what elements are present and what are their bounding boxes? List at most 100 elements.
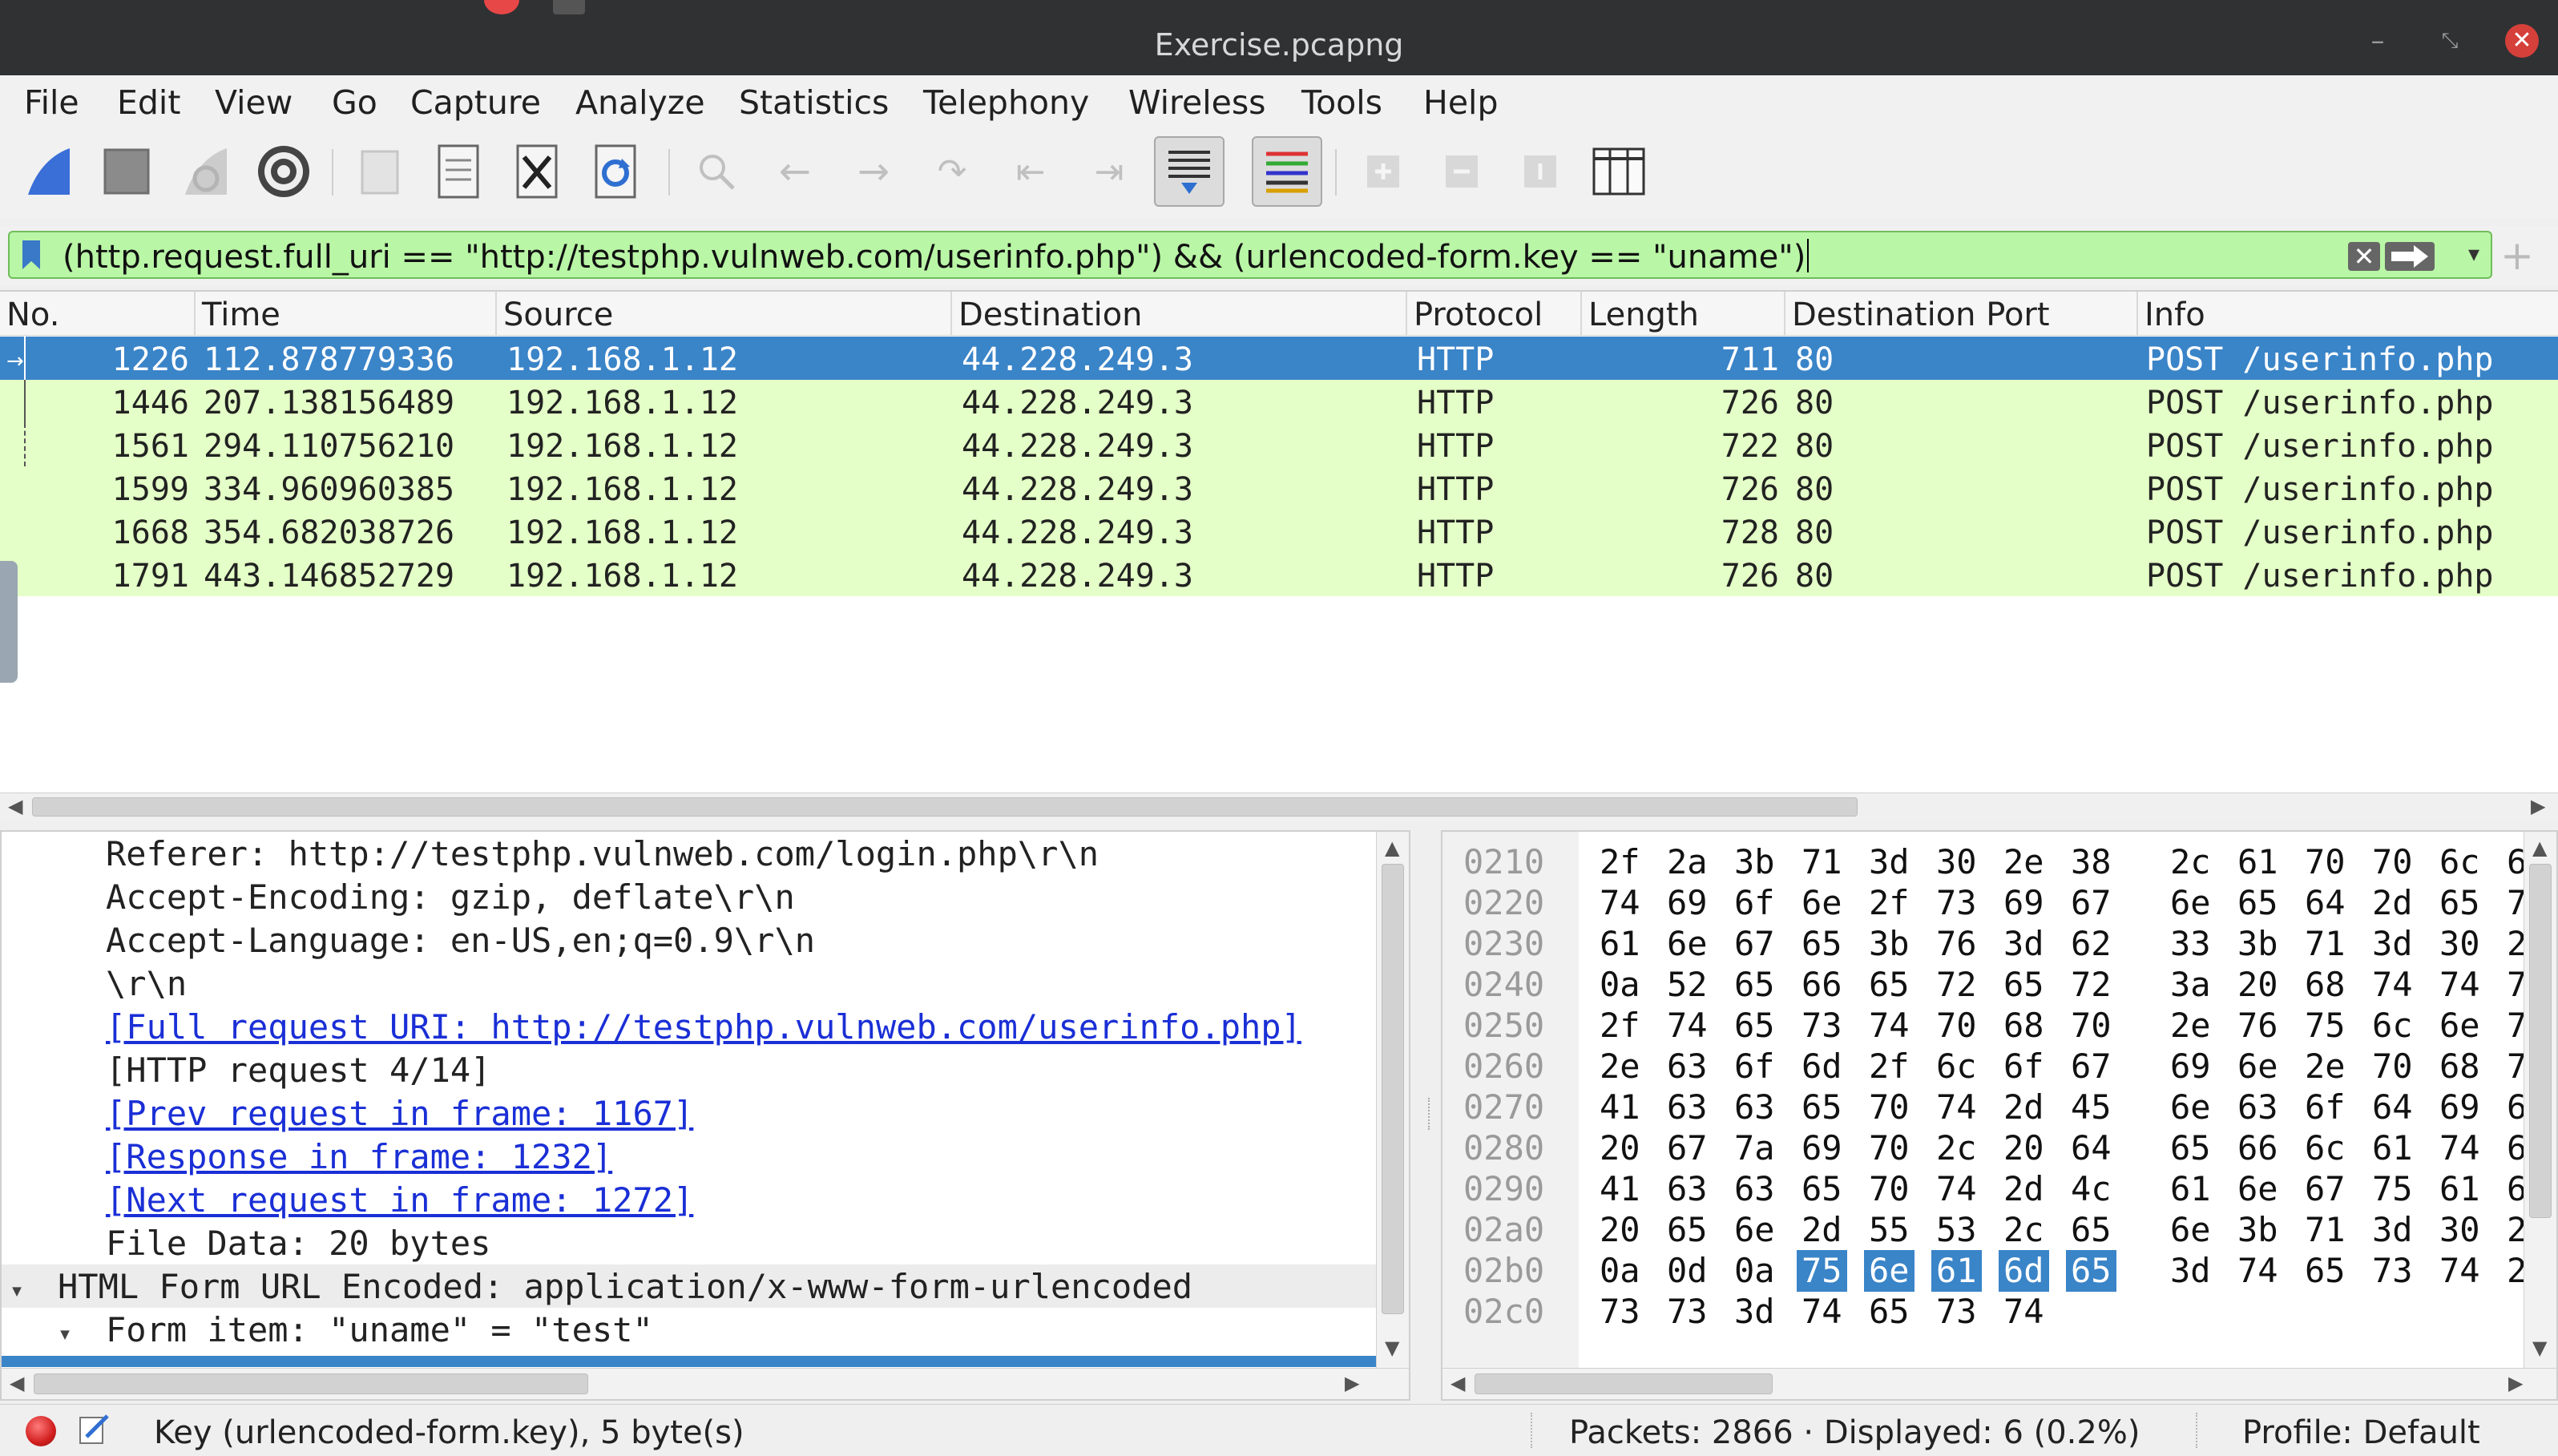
hex-byte[interactable]: 63	[1734, 1168, 1775, 1210]
scroll-down-icon[interactable]: ▼	[1385, 1337, 1399, 1359]
packet-row[interactable]: 1561 294.110756210 192.168.1.12 44.228.249.…	[0, 423, 2558, 466]
hex-byte[interactable]: 6f	[2003, 1046, 2044, 1087]
hex-byte[interactable]: 41	[1600, 1168, 1640, 1210]
hex-byte[interactable]: 65	[2305, 1250, 2346, 1292]
hex-byte[interactable]: 53	[1936, 1209, 1977, 1251]
hex-byte[interactable]: 2d	[1801, 1209, 1842, 1251]
hex-byte[interactable]: 6c	[2439, 841, 2480, 883]
zoom-out-icon[interactable]	[1428, 138, 1495, 205]
expand-triangle-icon[interactable]: ▾	[10, 1268, 58, 1313]
scroll-left-icon[interactable]: ◀	[10, 1372, 24, 1394]
hex-byte[interactable]: 66	[1801, 964, 1842, 1006]
hex-byte[interactable]: 3b	[2237, 1209, 2278, 1251]
hex-byte[interactable]: 74	[1667, 1005, 1708, 1047]
detail-link-line[interactable]: [Prev request in frame: 1167]	[106, 1091, 693, 1135]
hex-byte[interactable]: 6c	[1936, 1046, 1977, 1087]
hex-byte[interactable]: 3d	[2170, 1250, 2211, 1292]
column-header-info[interactable]: Info	[2138, 292, 2558, 335]
hex-byte[interactable]: 63	[1667, 1168, 1708, 1210]
hex-byte[interactable]: 6f	[1734, 882, 1775, 924]
hex-byte[interactable]: 6e	[2170, 1087, 2211, 1128]
expand-triangle-icon[interactable]: ▾	[58, 1312, 106, 1357]
zoom-in-icon[interactable]	[1350, 138, 1417, 205]
autoscroll-icon[interactable]	[1154, 136, 1225, 207]
hex-byte[interactable]: 6e	[1864, 1250, 1914, 1292]
hex-byte[interactable]: 3d	[1734, 1291, 1775, 1333]
column-header-no[interactable]: No.	[0, 292, 196, 335]
details-horizontal-scrollbar[interactable]: ◀ ▶	[2, 1368, 1409, 1399]
reload-file-icon[interactable]	[582, 138, 649, 205]
hex-byte[interactable]: 74	[1936, 1087, 1977, 1128]
hex-byte[interactable]: 65	[1667, 1209, 1708, 1251]
hex-byte[interactable]: 30	[2439, 1209, 2480, 1251]
hex-byte[interactable]: 0a	[1734, 1250, 1775, 1292]
hex-byte[interactable]: 73	[1936, 1291, 1977, 1333]
hex-byte[interactable]: 65	[1734, 964, 1775, 1006]
hex-byte[interactable]: 45	[2071, 1087, 2112, 1128]
scroll-left-icon[interactable]: ◀	[8, 795, 22, 817]
hex-byte[interactable]: 3a	[2170, 964, 2211, 1006]
hex-byte[interactable]: 75	[2305, 1005, 2346, 1047]
detail-line[interactable]: Referer: http://testphp.vulnweb.com/logi…	[106, 832, 1099, 875]
hex-byte[interactable]: 2f	[1869, 882, 1910, 924]
menu-statistics[interactable]: Statistics	[739, 83, 889, 122]
scrollbar-thumb[interactable]	[32, 797, 1858, 817]
hex-byte[interactable]: 69	[2003, 882, 2044, 924]
clear-filter-icon[interactable]: ✕	[2348, 242, 2380, 271]
column-header-source[interactable]: Source	[497, 292, 952, 335]
menu-go[interactable]: Go	[332, 83, 377, 122]
go-to-packet-icon[interactable]: ↷	[918, 138, 986, 205]
menu-file[interactable]: File	[24, 83, 79, 122]
detail-link-line[interactable]: [Next request in frame: 1272]	[106, 1178, 693, 1221]
save-file-icon[interactable]	[425, 138, 492, 205]
scrollbar-thumb[interactable]	[1382, 864, 1404, 1314]
hex-byte[interactable]: 2d	[2003, 1087, 2044, 1128]
hex-byte[interactable]: 55	[1869, 1209, 1910, 1251]
hex-byte[interactable]: 71	[2305, 1209, 2346, 1251]
hex-byte[interactable]: 0d	[1667, 1250, 1708, 1292]
hex-byte[interactable]: 3b	[1734, 841, 1775, 883]
hex-byte[interactable]: 3b	[1869, 923, 1910, 965]
hex-byte[interactable]: 61	[2372, 1127, 2413, 1169]
hex-byte[interactable]: 64	[2071, 1127, 2112, 1169]
hex-byte[interactable]: 20	[2003, 1127, 2044, 1169]
hex-byte[interactable]: 2e	[2003, 841, 2044, 883]
hex-byte[interactable]: 67	[1667, 1127, 1708, 1169]
hex-byte[interactable]: 69	[2170, 1046, 2211, 1087]
menu-analyze[interactable]: Analyze	[575, 83, 705, 122]
hex-byte[interactable]: 63	[1667, 1087, 1708, 1128]
scrollbar-thumb[interactable]	[2529, 864, 2552, 1218]
normal-size-icon[interactable]	[1507, 138, 1574, 205]
hex-byte[interactable]: 6d	[1801, 1046, 1842, 1087]
hex-byte[interactable]: 6d	[1999, 1250, 2049, 1292]
hex-byte[interactable]: 75	[2372, 1168, 2413, 1210]
resize-columns-icon[interactable]	[1585, 138, 1652, 205]
menu-wireless[interactable]: Wireless	[1128, 83, 1266, 122]
stop-capture-icon[interactable]	[93, 138, 160, 205]
hex-byte[interactable]: 20	[1600, 1209, 1640, 1251]
side-panel-handle[interactable]	[0, 561, 18, 683]
hex-byte[interactable]: 65	[2066, 1250, 2116, 1292]
hex-byte[interactable]: 2f	[1600, 841, 1640, 883]
detail-line[interactable]: ▾ HTML Form URL Encoded: application/x-ww…	[2, 1264, 1404, 1308]
hex-byte[interactable]: 74	[1869, 1005, 1910, 1047]
hex-byte[interactable]: 75	[1797, 1250, 1847, 1292]
colorize-icon[interactable]	[1252, 136, 1322, 207]
bookmark-icon[interactable]	[22, 240, 40, 269]
hex-byte[interactable]: 41	[1600, 1087, 1640, 1128]
hex-byte[interactable]: 76	[1936, 923, 1977, 965]
status-profile[interactable]: Profile: Default	[2242, 1414, 2480, 1451]
hex-byte[interactable]: 33	[2170, 923, 2211, 965]
detail-line[interactable]: Accept-Language: en-US,en;q=0.9\r\n	[106, 918, 815, 962]
capture-options-icon[interactable]	[250, 138, 317, 205]
pane-splitter[interactable]	[1428, 1098, 1434, 1130]
detail-link-line[interactable]: [Response in frame: 1232]	[106, 1135, 612, 1178]
minimize-icon[interactable]: –	[2361, 24, 2395, 58]
packet-row[interactable]: 1668 354.682038726 192.168.1.12 44.228.249.…	[0, 510, 2558, 553]
hex-byte[interactable]: 74	[2439, 1127, 2480, 1169]
hex-byte[interactable]: 61	[2170, 1168, 2211, 1210]
hex-byte[interactable]: 2a	[1667, 841, 1708, 883]
hex-byte[interactable]: 74	[1936, 1168, 1977, 1210]
hex-byte[interactable]: 2c	[2003, 1209, 2044, 1251]
hex-byte[interactable]: 74	[2439, 964, 2480, 1006]
